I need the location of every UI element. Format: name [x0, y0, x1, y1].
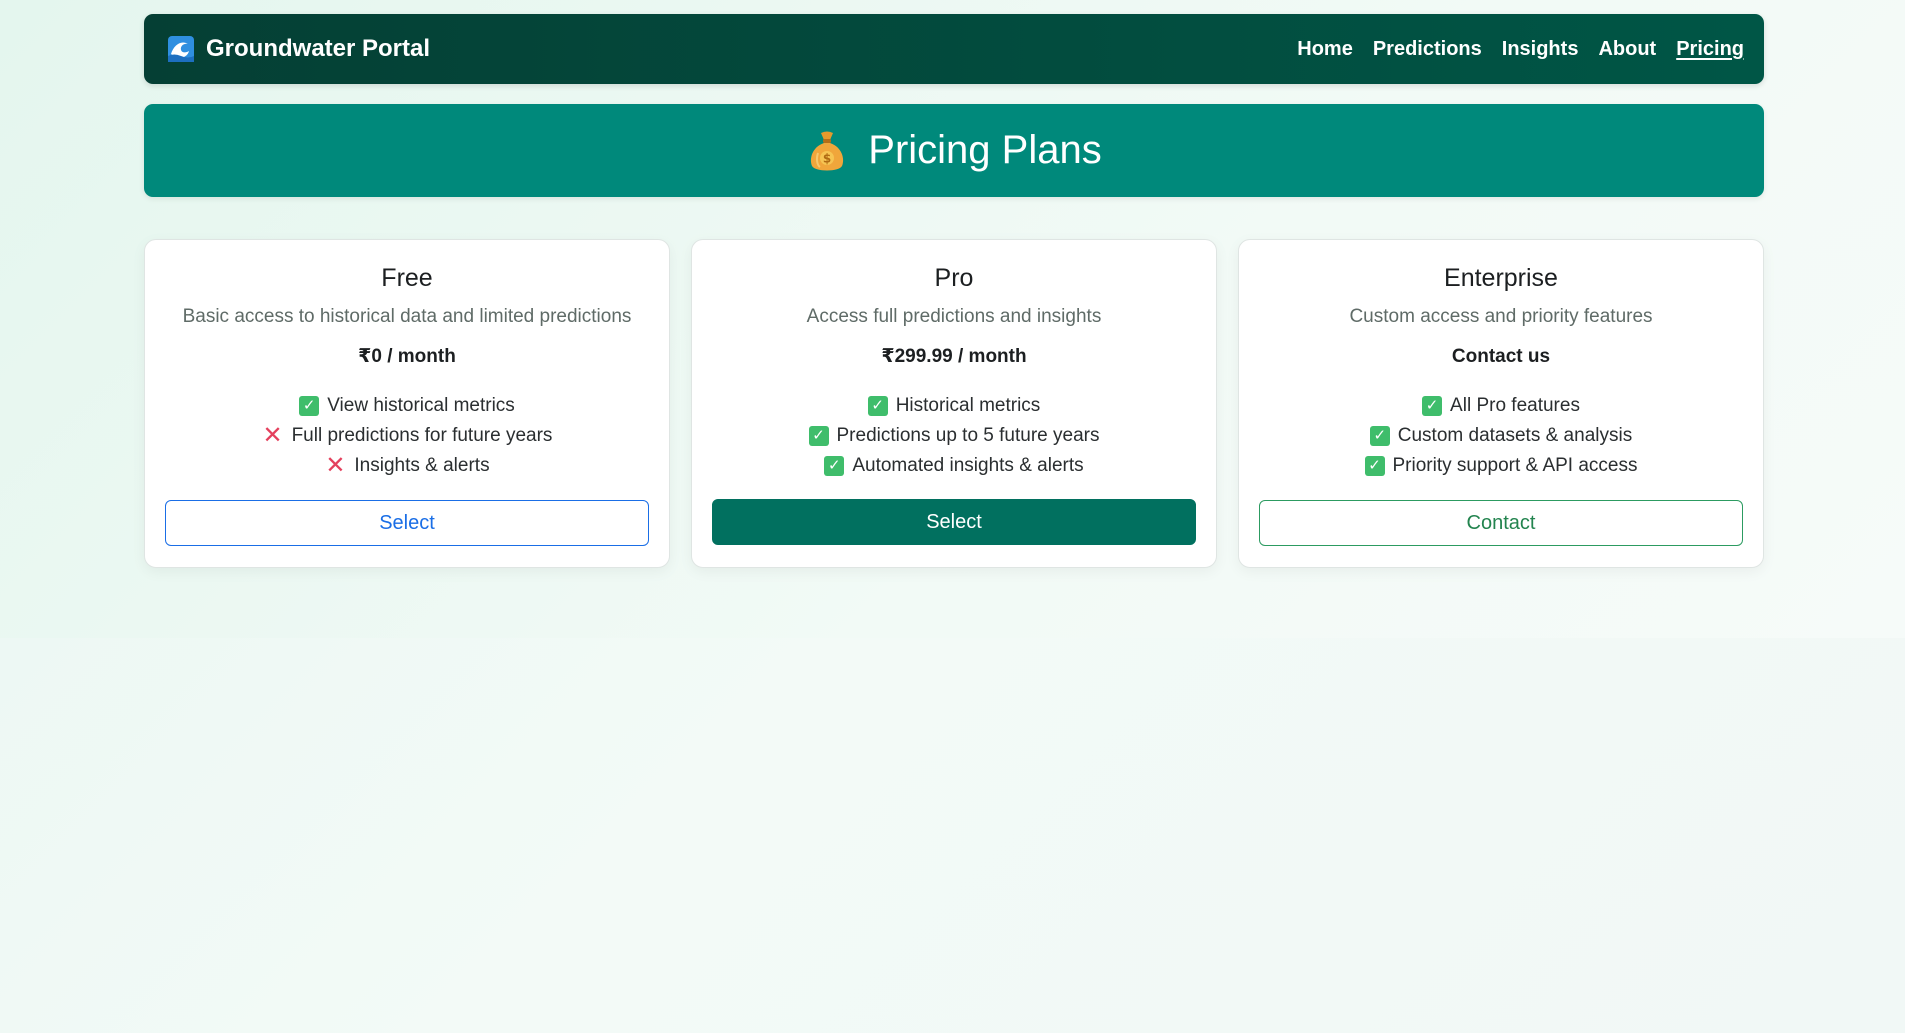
- select-pro-button[interactable]: Select: [712, 499, 1196, 545]
- nav-link-pricing[interactable]: Pricing: [1676, 38, 1744, 61]
- navbar: Groundwater Portal Home Predictions Insi…: [144, 14, 1764, 84]
- feature-item: ✓ View historical metrics: [165, 391, 649, 421]
- feature-label: Full predictions for future years: [291, 425, 553, 446]
- cross-icon: ✕: [325, 452, 346, 479]
- plan-description: Access full predictions and insights: [806, 306, 1102, 327]
- plan-price: Contact us: [1451, 346, 1551, 367]
- feature-item: ✓ Predictions up to 5 future years: [712, 421, 1196, 451]
- contact-button[interactable]: Contact: [1259, 500, 1743, 546]
- feature-label: View historical metrics: [327, 395, 515, 416]
- nav-links: Home Predictions Insights About Pricing: [1297, 38, 1744, 61]
- plan-name: Pro: [934, 264, 974, 292]
- feature-label: Automated insights & alerts: [852, 455, 1084, 476]
- check-icon: ✓: [867, 396, 888, 416]
- plan-card-free: Free Basic access to historical data and…: [144, 239, 670, 568]
- select-free-button[interactable]: Select: [165, 500, 649, 546]
- check-icon: ✓: [299, 396, 320, 416]
- brand-title: Groundwater Portal: [206, 35, 431, 62]
- page: Groundwater Portal Home Predictions Insi…: [0, 0, 1905, 1033]
- plan-price: ₹0 / month: [358, 346, 456, 367]
- feature-item: ✓ Historical metrics: [712, 391, 1196, 421]
- feature-item: ✓ Automated insights & alerts: [712, 451, 1196, 481]
- feature-label: Insights & alerts: [354, 455, 490, 476]
- feature-list: ✓ View historical metrics ✕ Full predict…: [165, 391, 649, 481]
- brand[interactable]: Groundwater Portal: [168, 35, 430, 63]
- feature-item: ✕ Full predictions for future years: [165, 421, 649, 451]
- cross-icon: ✕: [262, 422, 283, 449]
- feature-label: Custom datasets & analysis: [1397, 425, 1633, 446]
- plan-description: Custom access and priority features: [1349, 306, 1653, 327]
- plan-name: Free: [381, 264, 433, 292]
- svg-text:$: $: [823, 151, 831, 165]
- feature-label: Historical metrics: [895, 395, 1041, 416]
- check-icon: ✓: [808, 426, 829, 446]
- nav-link-insights[interactable]: Insights: [1502, 38, 1579, 61]
- nav-link-about[interactable]: About: [1598, 38, 1656, 61]
- feature-item: ✕ Insights & alerts: [165, 451, 649, 481]
- check-icon: ✓: [1369, 426, 1390, 446]
- feature-item: ✓ Custom datasets & analysis: [1259, 421, 1743, 451]
- nav-link-predictions[interactable]: Predictions: [1373, 38, 1482, 61]
- check-icon: ✓: [824, 456, 845, 476]
- plan-price: ₹299.99 / month: [881, 346, 1027, 367]
- plan-description: Basic access to historical data and limi…: [182, 306, 632, 327]
- plan-card-enterprise: Enterprise Custom access and priority fe…: [1238, 239, 1764, 568]
- plan-card-pro: Pro Access full predictions and insights…: [691, 239, 1217, 568]
- money-bag-icon: $: [811, 131, 844, 170]
- wave-icon: [168, 36, 194, 62]
- feature-item: ✓ All Pro features: [1259, 391, 1743, 421]
- nav-link-home[interactable]: Home: [1297, 38, 1353, 61]
- pricing-hero: $ Pricing Plans: [144, 104, 1764, 197]
- feature-list: ✓ Historical metrics ✓ Predictions up to…: [712, 391, 1196, 481]
- plan-name: Enterprise: [1444, 264, 1558, 292]
- feature-label: Priority support & API access: [1392, 455, 1638, 476]
- check-icon: ✓: [1422, 396, 1443, 416]
- check-icon: ✓: [1364, 456, 1385, 476]
- page-title: Pricing Plans: [868, 128, 1102, 172]
- feature-item: ✓ Priority support & API access: [1259, 451, 1743, 481]
- feature-label: Predictions up to 5 future years: [836, 425, 1100, 446]
- feature-list: ✓ All Pro features ✓ Custom datasets & a…: [1259, 391, 1743, 481]
- pricing-cards: Free Basic access to historical data and…: [144, 239, 1764, 568]
- feature-label: All Pro features: [1450, 395, 1580, 416]
